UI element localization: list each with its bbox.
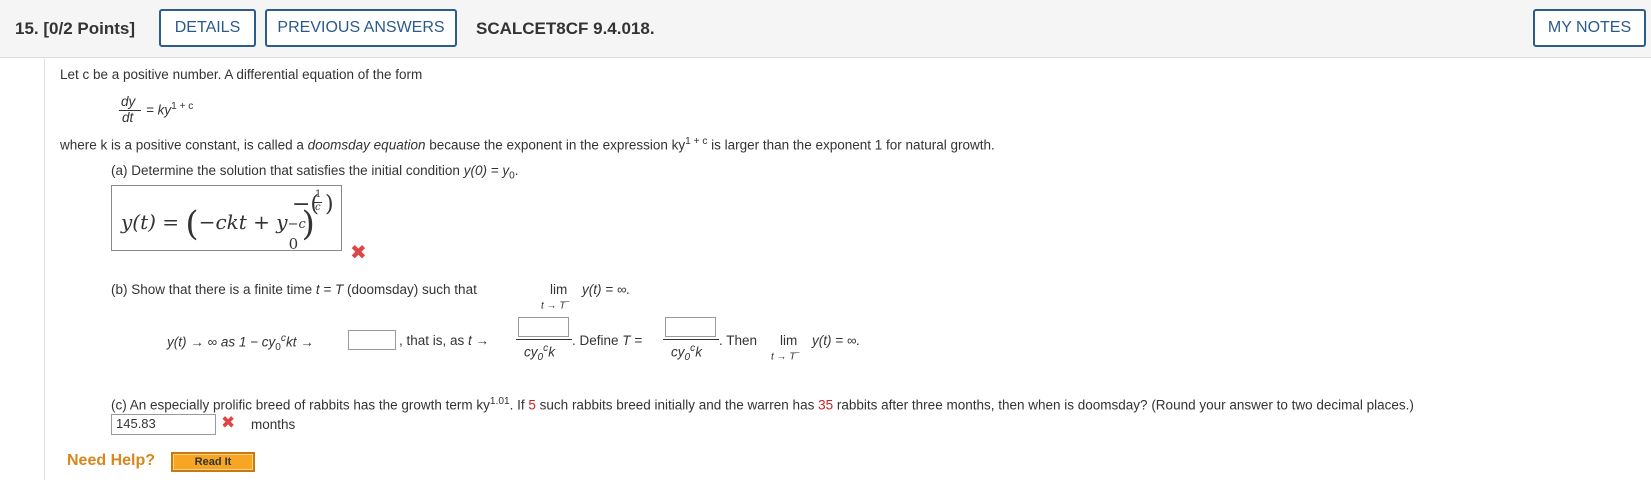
eq-denominator: dt (122, 110, 134, 125)
where-mid: because the exponent in the expression k… (429, 137, 686, 153)
my-notes-button[interactable]: MY NOTES (1533, 9, 1646, 47)
where-pre: where k is a positive constant, is calle… (60, 137, 304, 153)
part-a-inner-subscript: 0 (288, 235, 299, 253)
part-c-prompt-b: . If (509, 397, 525, 413)
part-c-prompt: (c) An especially prolific breed of rabb… (111, 396, 1414, 413)
part-a-condition: y(0) = y (463, 163, 510, 178)
part-c-rabbits-after: 35 (818, 397, 834, 413)
part-a-prompt: (a) Determine the solution that satisfie… (111, 163, 519, 182)
part-a-condition-sub: 0 (509, 170, 515, 182)
part-c-prompt-d: rabbits after three months, then when is… (836, 397, 1414, 413)
part-a-answer-inner: −ckt + y (198, 210, 288, 234)
question-header: 15. [0/2 Points] DETAILS PREVIOUS ANSWER… (0, 0, 1651, 58)
part-b-t-arrow: t → (468, 333, 490, 348)
part-b-lim-sup: − (565, 297, 570, 306)
question-number-points: 15. [0/2 Points] (15, 19, 135, 39)
part-b-lim-expr: y(t) = ∞. (582, 282, 631, 297)
question-number: 15. (15, 19, 39, 38)
part-b-that-is-text: , that is, as (399, 333, 465, 348)
part-b-then-expr: y(t) = ∞. (812, 333, 861, 348)
eq-rhs: = ky1 + c (146, 101, 193, 118)
part-b-lim-sub: t → T− (541, 297, 570, 311)
part-c-units: months (251, 417, 296, 432)
read-it-button[interactable]: Read It (171, 452, 255, 472)
frac-den-1-k: k (548, 344, 555, 360)
part-c-initial-rabbits: 5 (528, 397, 536, 413)
part-a-answer-lhs: y(t) = (121, 210, 186, 234)
eq-numerator: dy (121, 94, 136, 109)
part-b-then: . Then (719, 333, 758, 348)
part-a-incorrect-icon: ✖ (350, 242, 367, 264)
question-code: SCALCET8CF 9.4.018. (476, 19, 655, 38)
part-b-then-lim: lim (780, 333, 798, 348)
part-b-then-lim-sub-text: t → T (771, 351, 796, 363)
frac-den-2-base: cy (671, 344, 685, 360)
frac-den-1-base: cy (524, 344, 538, 360)
question-points: [0/2 Points] (43, 19, 135, 38)
part-c-prompt-c: such rabbits breed initially and the war… (539, 397, 815, 413)
part-b-doomsday-word: (doomsday) such that (347, 282, 477, 297)
part-b-define: . Define T = (572, 333, 642, 348)
outer-exp-close-paren: ) (325, 192, 334, 217)
part-a-answer-box[interactable]: y(t) = (−ckt + y −c 0) −( 1 c ) (111, 185, 342, 253)
part-b-that-is: , that is, as t → (399, 333, 489, 348)
part-b-line2-b: kt → (285, 334, 314, 350)
part-b-blank-1-input[interactable] (348, 330, 396, 350)
part-b-frac-den-2: cy0ck (671, 343, 702, 363)
part-b-frac-bar-2 (663, 339, 719, 340)
part-b-blank-3-input[interactable] (665, 317, 716, 337)
previous-answers-button[interactable]: PREVIOUS ANSWERS (265, 9, 457, 47)
part-a-outer-exp-num: 1 (315, 189, 322, 200)
part-a-outer-exp-den: c (315, 202, 321, 213)
intro-text: Let c be a positive number. A differenti… (60, 67, 423, 82)
part-a-answer-math: y(t) = (−ckt + y −c 0) (121, 204, 315, 253)
doomsday-term: doomsday equation (307, 137, 426, 153)
part-c-prompt-a: (c) An especially prolific breed of rabb… (111, 397, 490, 413)
content-divider (44, 57, 45, 480)
part-b-frac-den-1: cy0ck (524, 343, 555, 363)
part-b-line2: y(t) → ∞ as 1 − cy0ckt → (167, 333, 314, 353)
where-exponent: 1 + c (685, 136, 708, 147)
part-c-incorrect-icon: ✖ (221, 413, 236, 432)
frac-den-2-k: k (695, 344, 702, 360)
part-c-answer-input[interactable]: 145.83 (111, 414, 216, 435)
part-b-blank-2-input[interactable] (518, 317, 569, 337)
part-b-then-lim-sub: t → T− (771, 348, 800, 362)
eq-rhs-base: = ky (146, 102, 172, 118)
open-paren: ( (185, 204, 199, 244)
part-b-t-eq: t = T (315, 282, 344, 297)
part-a-prompt-text: (a) Determine the solution that satisfie… (111, 163, 460, 178)
details-button[interactable]: DETAILS (159, 9, 256, 47)
eq-rhs-exponent: 1 + c (171, 101, 194, 112)
part-b-prompt: (b) Show that there is a finite time t =… (111, 282, 477, 297)
part-a-inner-exponent: −c (287, 217, 306, 232)
part-b-prompt-text: (b) Show that there is a finite time (111, 282, 313, 297)
where-post: is larger than the exponent 1 for natura… (711, 137, 995, 153)
part-c-prompt-exp: 1.01 (489, 396, 510, 407)
part-b-frac-bar-1 (516, 339, 572, 340)
part-b-lim: lim (550, 282, 568, 297)
need-help-label: Need Help? (67, 452, 156, 469)
part-b-then-lim-sup: − (795, 348, 800, 357)
part-b-line2-a: y(t) → ∞ as 1 − cy (167, 334, 276, 350)
part-b-lim-sub-text: t → T (541, 300, 566, 312)
part-b-define-T: T = (622, 333, 643, 348)
part-b-define-text: . Define (572, 333, 619, 348)
where-text: where k is a positive constant, is calle… (60, 136, 995, 153)
